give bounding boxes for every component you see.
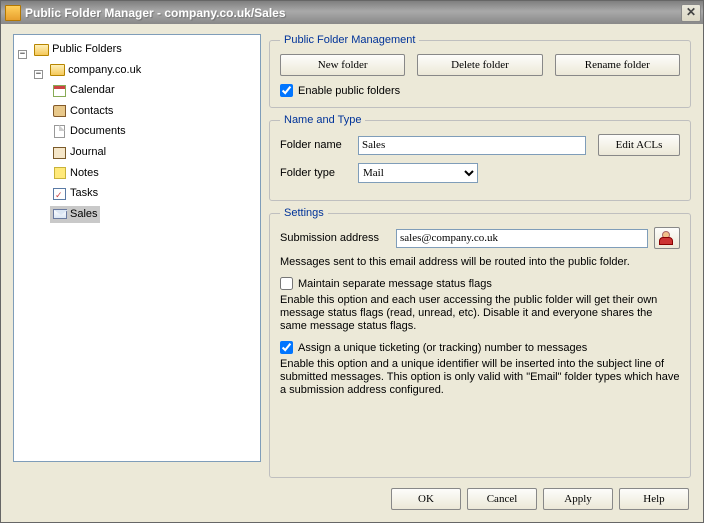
tree-label: Sales xyxy=(70,206,98,223)
close-icon[interactable]: ✕ xyxy=(681,4,701,22)
footer: OK Cancel Apply Help xyxy=(1,488,703,522)
hint-text: Enable this option and a unique identifi… xyxy=(280,358,680,397)
tree-label: Tasks xyxy=(70,185,98,202)
ok-button[interactable]: OK xyxy=(391,488,461,510)
tree-label: Documents xyxy=(70,123,126,140)
tree-item-journal[interactable]: Journal xyxy=(50,144,108,161)
mail-icon xyxy=(53,209,67,219)
document-icon xyxy=(54,125,65,138)
legend: Name and Type xyxy=(280,114,365,126)
label: Folder name xyxy=(280,139,352,151)
apply-button[interactable]: Apply xyxy=(543,488,613,510)
collapse-icon[interactable]: − xyxy=(18,50,27,59)
tree-item-calendar[interactable]: Calendar xyxy=(50,82,117,99)
submission-address-input[interactable] xyxy=(396,229,648,248)
checkbox-label: Maintain separate message status flags xyxy=(298,278,492,290)
titlebar: Public Folder Manager - company.co.uk/Sa… xyxy=(1,1,703,24)
cancel-button[interactable]: Cancel xyxy=(467,488,537,510)
tree-label: Notes xyxy=(70,165,99,182)
tree-label: Public Folders xyxy=(52,41,122,58)
edit-acls-button[interactable]: Edit ACLs xyxy=(598,134,680,156)
enable-folders-checkbox[interactable]: Enable public folders xyxy=(280,84,680,97)
tree-item-notes[interactable]: Notes xyxy=(50,165,101,182)
ticketing-checkbox[interactable]: Assign a unique ticketing (or tracking) … xyxy=(280,341,680,354)
help-button[interactable]: Help xyxy=(619,488,689,510)
label: Submission address xyxy=(280,232,390,244)
tree-root[interactable]: Public Folders xyxy=(32,41,124,58)
tree-item-documents[interactable]: Documents xyxy=(50,123,128,140)
group-management: Public Folder Management New folder Dele… xyxy=(269,34,691,108)
checkbox-label: Assign a unique ticketing (or tracking) … xyxy=(298,342,587,354)
calendar-icon xyxy=(53,85,66,97)
tree-item-contacts[interactable]: Contacts xyxy=(50,103,115,120)
contacts-icon xyxy=(53,105,66,117)
folder-open-icon xyxy=(50,64,65,76)
window-title: Public Folder Manager - company.co.uk/Sa… xyxy=(25,6,681,20)
ticketing-input[interactable] xyxy=(280,341,293,354)
label: Folder type xyxy=(280,167,352,179)
journal-icon xyxy=(53,147,66,159)
delete-folder-button[interactable]: Delete folder xyxy=(417,54,542,76)
status-flags-checkbox[interactable]: Maintain separate message status flags xyxy=(280,277,680,290)
folder-name-input[interactable] xyxy=(358,136,586,155)
folder-type-select[interactable]: Mail xyxy=(358,163,478,183)
status-flags-input[interactable] xyxy=(280,277,293,290)
tree-label: Contacts xyxy=(70,103,113,120)
collapse-icon[interactable]: − xyxy=(34,70,43,79)
legend: Public Folder Management xyxy=(280,34,419,46)
tree-label: company.co.uk xyxy=(68,62,141,79)
group-settings: Settings Submission address Messages sen… xyxy=(269,207,691,478)
tree-label: Calendar xyxy=(70,82,115,99)
folder-tree[interactable]: − Public Folders − company.co.uk xyxy=(13,34,261,462)
new-folder-button[interactable]: New folder xyxy=(280,54,405,76)
tree-item-tasks[interactable]: Tasks xyxy=(50,185,100,202)
address-picker-button[interactable] xyxy=(654,227,680,249)
checkbox-label: Enable public folders xyxy=(298,85,400,97)
window: Public Folder Manager - company.co.uk/Sa… xyxy=(0,0,704,523)
person-icon xyxy=(659,231,675,245)
legend: Settings xyxy=(280,207,328,219)
rename-folder-button[interactable]: Rename folder xyxy=(555,54,680,76)
tree-domain[interactable]: company.co.uk xyxy=(48,62,143,79)
tree-label: Journal xyxy=(70,144,106,161)
tasks-icon xyxy=(53,188,66,200)
hint-text: Messages sent to this email address will… xyxy=(280,256,680,269)
group-name-type: Name and Type Folder name Edit ACLs Fold… xyxy=(269,114,691,201)
folder-open-icon xyxy=(34,44,49,56)
enable-folders-input[interactable] xyxy=(280,84,293,97)
notes-icon xyxy=(54,167,66,179)
tree-item-sales[interactable]: Sales xyxy=(50,206,100,223)
app-icon xyxy=(5,5,21,21)
hint-text: Enable this option and each user accessi… xyxy=(280,294,680,333)
